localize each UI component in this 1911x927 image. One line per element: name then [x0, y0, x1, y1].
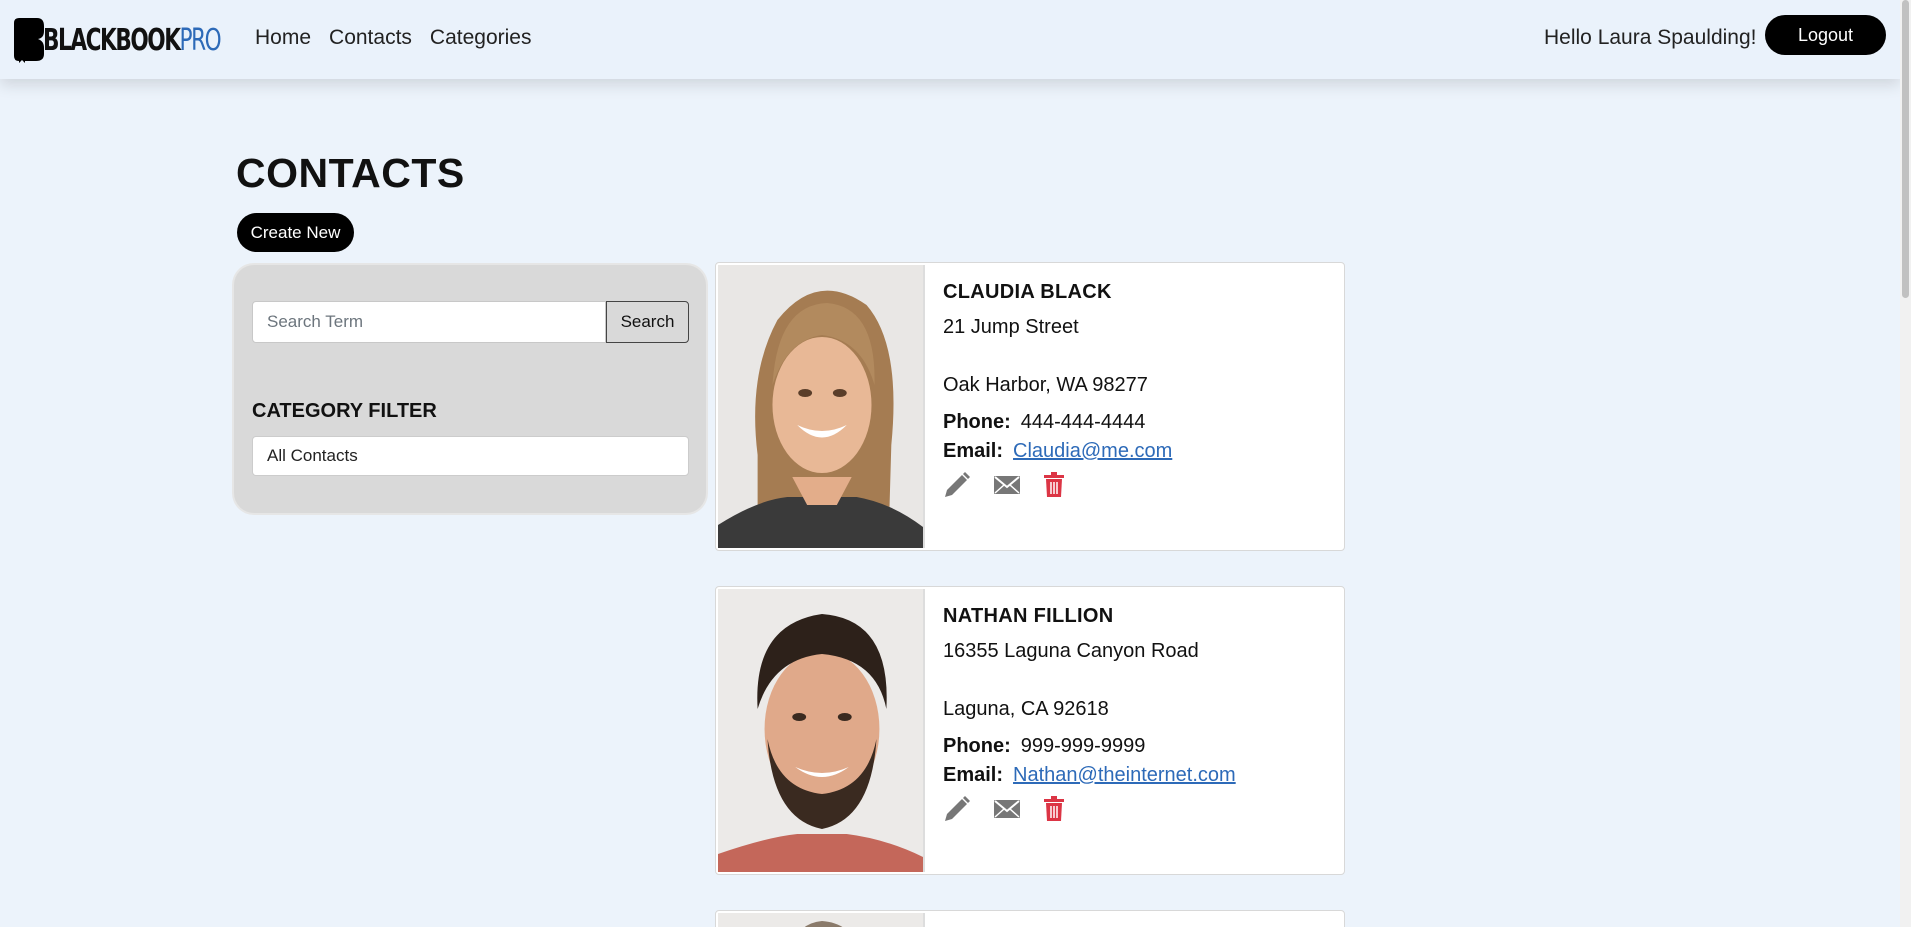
contact-photo [718, 913, 925, 927]
contact-address-line1: 16355 Laguna Canyon Road [943, 640, 1199, 662]
pencil-icon[interactable] [943, 471, 971, 499]
trash-icon[interactable] [1043, 796, 1065, 822]
envelope-icon[interactable] [993, 474, 1021, 496]
email-label: Email: [943, 440, 1004, 462]
contact-details: CLAUDIA BLACK 21 Jump Street Oak Harbor,… [943, 281, 1333, 499]
contact-card [715, 910, 1345, 927]
search-input[interactable] [252, 301, 606, 343]
nav-contacts-link[interactable]: Contacts [329, 26, 412, 50]
scrollbar-thumb[interactable] [1902, 0, 1909, 298]
contact-email-row: Email: Claudia@me.com [943, 440, 1333, 463]
contact-address-line2: Laguna, CA 92618 [943, 698, 1109, 720]
phone-label: Phone: [943, 735, 1011, 757]
contact-card: NATHAN FILLION 16355 Laguna Canyon Road … [715, 586, 1345, 875]
nav-categories-link[interactable]: Categories [430, 26, 532, 50]
contact-phone-row: Phone: 444-444-4444 [943, 411, 1333, 434]
navbar: BLACKBOOKPRO Home Contacts Categories He… [0, 0, 1900, 79]
page-title: CONTACTS [236, 150, 465, 196]
search-button[interactable]: Search [606, 301, 689, 343]
user-greeting: Hello Laura Spaulding! [1544, 26, 1757, 49]
contact-phone: 999-999-9999 [1020, 735, 1146, 757]
contact-email-row: Email: Nathan@theinternet.com [943, 764, 1333, 787]
logout-button[interactable]: Logout [1765, 15, 1886, 55]
create-new-button[interactable]: Create New [237, 213, 354, 252]
contact-photo [718, 589, 925, 872]
category-select[interactable]: All Contacts [252, 436, 689, 476]
nav-links: Home Contacts Categories [255, 26, 531, 50]
contact-address-line2: Oak Harbor, WA 98277 [943, 374, 1148, 396]
contact-email-link[interactable]: Claudia@me.com [1013, 440, 1172, 463]
category-filter-heading: CATEGORY FILTER [252, 400, 437, 422]
contact-details: NATHAN FILLION 16355 Laguna Canyon Road … [943, 605, 1333, 823]
pencil-icon[interactable] [943, 795, 971, 823]
contact-actions [943, 471, 1333, 499]
logo[interactable]: BLACKBOOKPRO [11, 16, 289, 64]
nav-home-link[interactable]: Home [255, 26, 311, 50]
logo-text: BLACKBOOKPRO [43, 22, 222, 58]
page-scrollbar[interactable] [1900, 0, 1911, 927]
trash-icon[interactable] [1043, 472, 1065, 498]
contact-address-line1: 21 Jump Street [943, 316, 1079, 338]
email-label: Email: [943, 764, 1004, 786]
book-logo-icon [14, 18, 44, 63]
contact-phone: 444-444-4444 [1020, 411, 1146, 433]
contact-name: CLAUDIA BLACK [943, 281, 1112, 303]
contact-photo [718, 265, 925, 548]
contact-name: NATHAN FILLION [943, 605, 1114, 627]
contact-card: CLAUDIA BLACK 21 Jump Street Oak Harbor,… [715, 262, 1345, 551]
contact-actions [943, 795, 1333, 823]
contact-phone-row: Phone: 999-999-9999 [943, 735, 1333, 758]
contact-email-link[interactable]: Nathan@theinternet.com [1013, 764, 1236, 787]
envelope-icon[interactable] [993, 798, 1021, 820]
filter-panel: Search CATEGORY FILTER All Contacts [234, 265, 706, 513]
phone-label: Phone: [943, 411, 1011, 433]
